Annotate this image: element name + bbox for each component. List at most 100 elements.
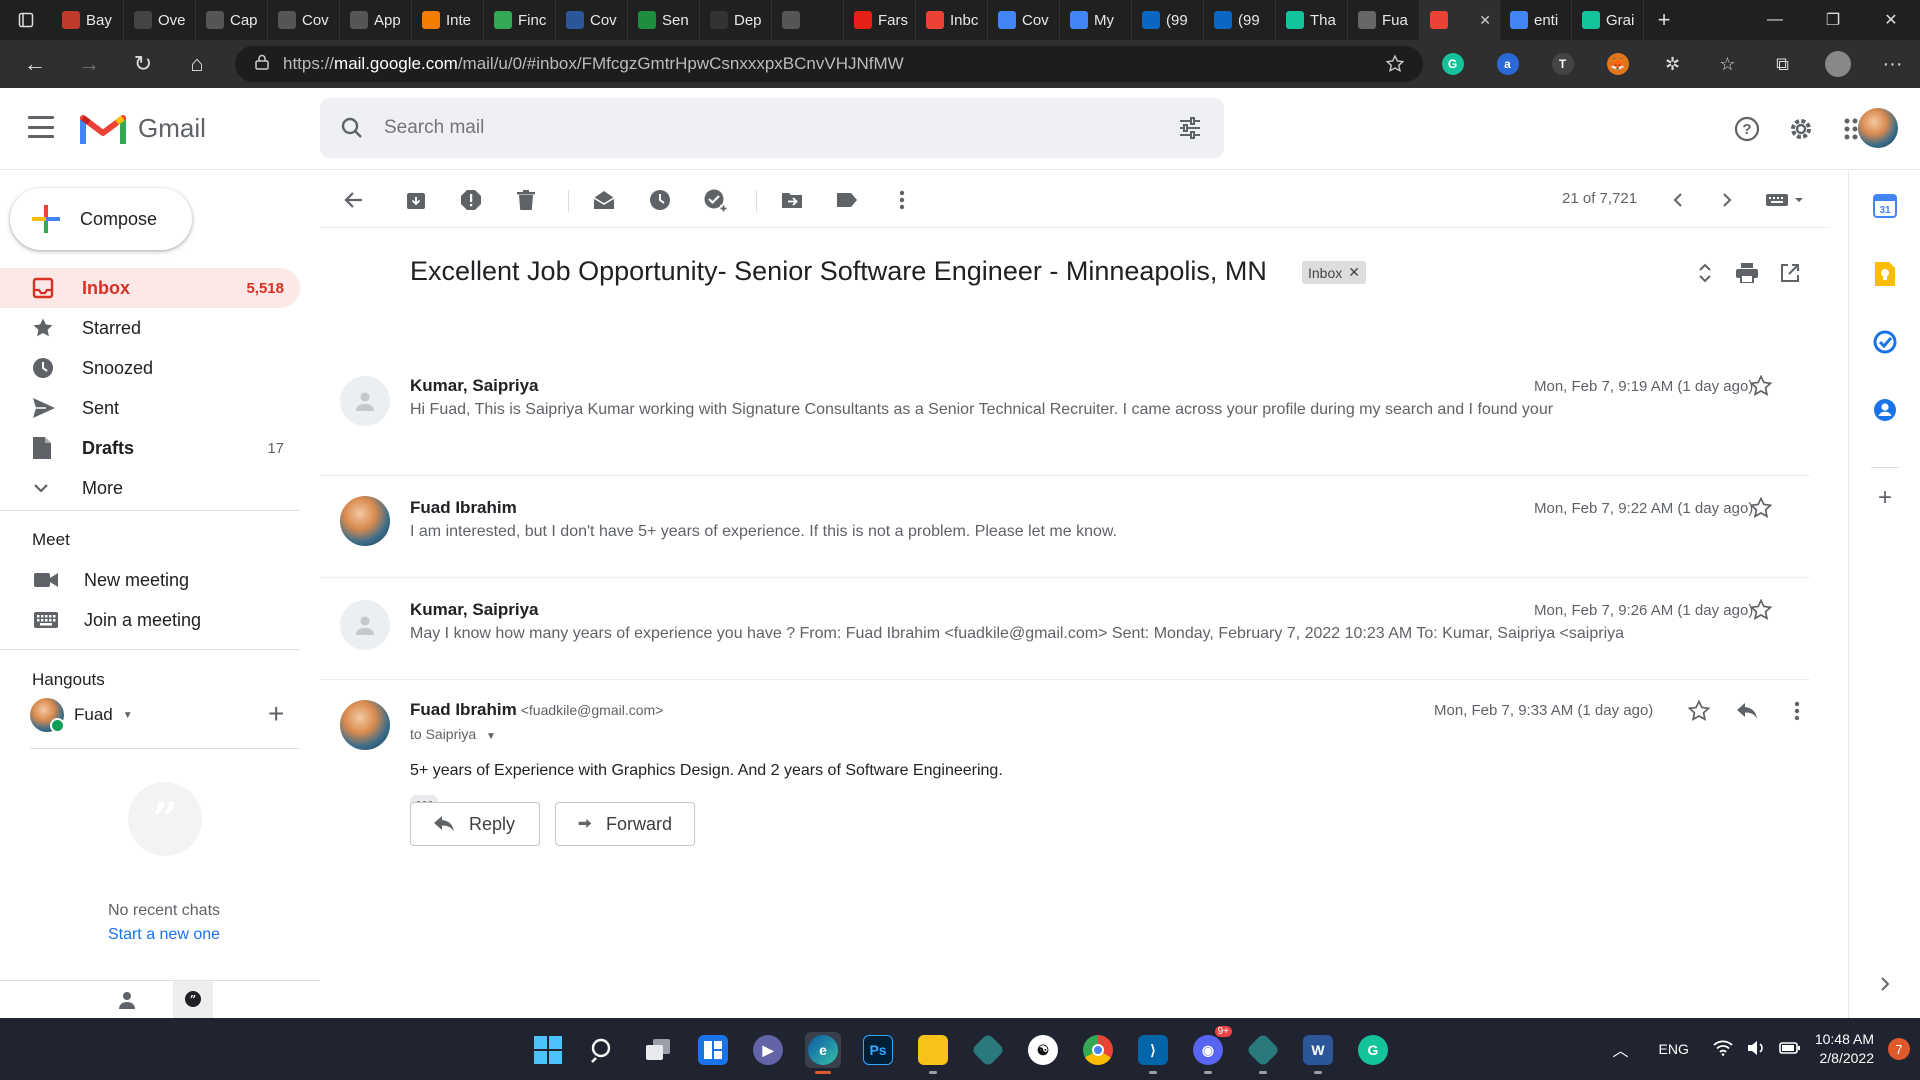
- browser-tab[interactable]: Finc: [484, 0, 556, 40]
- search-input[interactable]: [384, 117, 1144, 139]
- extensions-puzzle-icon[interactable]: ✲: [1645, 40, 1700, 88]
- collections-icon[interactable]: ⧉: [1755, 40, 1810, 88]
- widgets-icon[interactable]: [695, 1032, 731, 1068]
- gitkraken-2-icon[interactable]: [1245, 1032, 1281, 1074]
- browser-tab[interactable]: Cov: [556, 0, 628, 40]
- browser-tab[interactable]: (99: [1204, 0, 1276, 40]
- task-view-icon[interactable]: [640, 1032, 676, 1068]
- help-icon[interactable]: ?: [1730, 112, 1764, 146]
- contacts-person-icon[interactable]: [107, 981, 147, 1019]
- grammarly-extension-icon[interactable]: G: [1425, 40, 1480, 88]
- add-favorite-icon[interactable]: [1385, 54, 1405, 79]
- expand-all-icon[interactable]: [1690, 258, 1720, 288]
- hangouts-user[interactable]: Fuad ▼: [30, 698, 133, 733]
- contacts-icon[interactable]: [1871, 396, 1899, 424]
- message-collapsed[interactable]: Kumar, Saipriya May I know how many year…: [320, 578, 1810, 680]
- input-language[interactable]: ENG: [1659, 1041, 1689, 1057]
- taskbar-clock[interactable]: 10:48 AM 2/8/2022: [1815, 1030, 1874, 1068]
- reply-button[interactable]: Reply: [410, 802, 540, 846]
- nav-snoozed[interactable]: Snoozed: [0, 348, 300, 388]
- extension-t-icon[interactable]: T: [1535, 40, 1590, 88]
- teams-chat-icon[interactable]: ▶: [750, 1032, 786, 1068]
- add-to-tasks-icon[interactable]: [701, 186, 729, 214]
- main-menu-icon[interactable]: [28, 116, 54, 138]
- browser-tab[interactable]: Inte: [412, 0, 484, 40]
- taskbar-search-icon[interactable]: [585, 1032, 621, 1068]
- browser-tab[interactable]: Sen: [628, 0, 700, 40]
- browser-tab[interactable]: Bay: [52, 0, 124, 40]
- browser-tab[interactable]: Fars: [844, 0, 916, 40]
- restore-button[interactable]: ❐: [1804, 0, 1862, 40]
- report-spam-icon[interactable]: [457, 186, 485, 214]
- message-collapsed[interactable]: Kumar, Saipriya Hi Fuad, This is Saipriy…: [320, 373, 1810, 476]
- nav-inbox[interactable]: Inbox 5,518: [0, 268, 300, 308]
- star-outline-icon[interactable]: [1748, 373, 1774, 399]
- nav-more[interactable]: More: [0, 468, 300, 508]
- join-meeting-button[interactable]: Join a meeting: [0, 600, 300, 640]
- account-avatar[interactable]: [1858, 108, 1898, 148]
- start-windows-icon[interactable]: [530, 1032, 566, 1068]
- browser-tab[interactable]: (99: [1132, 0, 1204, 40]
- snooze-clock-icon[interactable]: [646, 186, 674, 214]
- browser-tab[interactable]: App: [340, 0, 412, 40]
- mark-unread-icon[interactable]: [590, 186, 618, 214]
- new-meeting-button[interactable]: New meeting: [0, 560, 300, 600]
- search-bar[interactable]: [320, 98, 1224, 158]
- discord-icon[interactable]: ◉ 9+: [1190, 1026, 1232, 1074]
- vscode-icon[interactable]: ⟩: [1135, 1032, 1171, 1074]
- chrome-icon[interactable]: [1080, 1032, 1116, 1068]
- new-tab-button[interactable]: +: [1644, 0, 1684, 40]
- wifi-icon[interactable]: [1713, 1040, 1733, 1059]
- browser-tab[interactable]: Cov: [268, 0, 340, 40]
- label-tag-icon[interactable]: [833, 186, 861, 214]
- browser-tab[interactable]: Grai: [1572, 0, 1644, 40]
- more-vert-icon[interactable]: [1784, 698, 1810, 724]
- reload-button[interactable]: ↻: [116, 40, 170, 88]
- more-vert-icon[interactable]: [888, 186, 916, 214]
- reply-arrow-icon[interactable]: [1734, 698, 1760, 724]
- extension-a-icon[interactable]: a: [1480, 40, 1535, 88]
- back-button[interactable]: ←: [8, 40, 62, 88]
- profile-icon[interactable]: [1810, 40, 1865, 88]
- delete-trash-icon[interactable]: [512, 186, 540, 214]
- message-collapsed[interactable]: Fuad Ibrahim I am interested, but I don'…: [320, 476, 1810, 578]
- search-icon[interactable]: [320, 117, 384, 139]
- minimize-button[interactable]: —: [1746, 0, 1804, 40]
- browser-tab[interactable]: Dep: [700, 0, 772, 40]
- browser-tab[interactable]: My: [1060, 0, 1132, 40]
- address-bar[interactable]: https://mail.google.com/mail/u/0/#inbox/…: [235, 46, 1423, 82]
- metamask-extension-icon[interactable]: 🦊: [1590, 40, 1645, 88]
- browser-tab[interactable]: Ove: [124, 0, 196, 40]
- add-chat-icon[interactable]: +: [268, 698, 284, 730]
- browser-tab[interactable]: ✕: [1420, 0, 1500, 40]
- hangouts-chat-icon[interactable]: ”: [173, 980, 213, 1019]
- file-explorer-icon[interactable]: [915, 1032, 951, 1074]
- get-addons-plus-icon[interactable]: +: [1871, 484, 1899, 512]
- favorites-icon[interactable]: ☆: [1700, 40, 1755, 88]
- gitkraken-icon[interactable]: [970, 1032, 1006, 1068]
- browser-tab[interactable]: Tha: [1276, 0, 1348, 40]
- settings-gear-icon[interactable]: [1784, 112, 1818, 146]
- compose-button[interactable]: Compose: [10, 188, 192, 250]
- star-outline-icon[interactable]: [1748, 597, 1774, 623]
- newer-chevron-left-icon[interactable]: [1664, 186, 1692, 214]
- close-tab-icon[interactable]: ✕: [1479, 12, 1491, 29]
- browser-tab[interactable]: Inbc: [916, 0, 988, 40]
- star-outline-icon[interactable]: [1748, 495, 1774, 521]
- start-new-chat-link[interactable]: Start a new one: [0, 926, 328, 944]
- keep-notes-icon[interactable]: [1871, 260, 1899, 288]
- browser-tab[interactable]: Cap: [196, 0, 268, 40]
- move-to-icon[interactable]: [778, 186, 806, 214]
- grammarly-icon[interactable]: G: [1355, 1032, 1391, 1068]
- browser-menu-icon[interactable]: ···: [1865, 40, 1920, 88]
- word-icon[interactable]: W: [1300, 1032, 1336, 1074]
- forward-button[interactable]: →: [62, 40, 116, 88]
- nav-drafts[interactable]: Drafts 17: [0, 428, 300, 468]
- tasks-icon[interactable]: [1871, 328, 1899, 356]
- open-new-window-icon[interactable]: [1775, 258, 1805, 288]
- browser-tab[interactable]: Fua: [1348, 0, 1420, 40]
- home-button[interactable]: ⌂: [170, 40, 224, 88]
- star-outline-icon[interactable]: [1686, 698, 1712, 724]
- edge-browser-icon[interactable]: e: [805, 1032, 841, 1074]
- app-panda-icon[interactable]: ☯: [1025, 1032, 1061, 1068]
